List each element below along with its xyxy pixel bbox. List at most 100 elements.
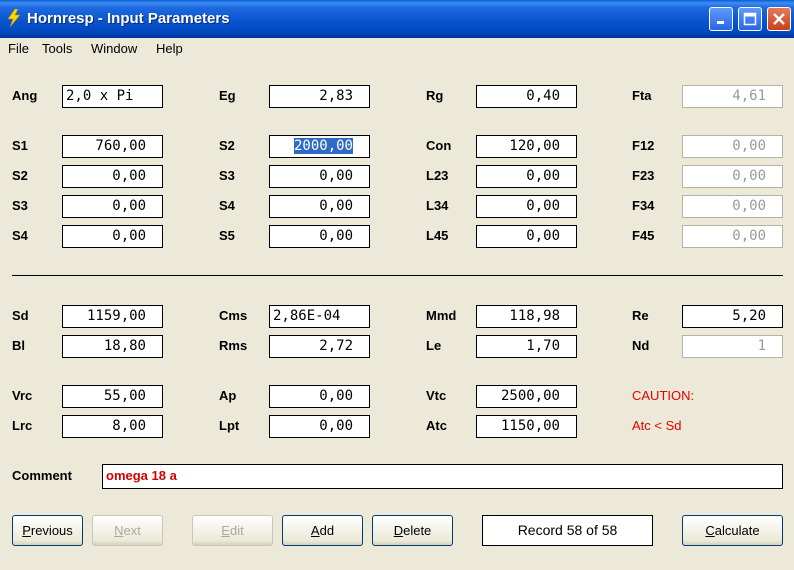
comment-field[interactable]: omega 18 a <box>102 464 783 489</box>
f12-label: F12 <box>632 138 655 153</box>
s5-label: S5 <box>219 228 235 243</box>
add-button[interactable]: Add <box>282 515 363 546</box>
lrc-label: Lrc <box>12 418 33 433</box>
caution-title: CAUTION: <box>632 388 695 403</box>
le-label: Le <box>426 338 442 353</box>
atc-field[interactable]: 1150,00 <box>476 415 577 438</box>
close-icon <box>773 13 785 25</box>
vrc-field[interactable]: 55,00 <box>62 385 163 408</box>
edit-label: dit <box>229 523 244 538</box>
sd-label: Sd <box>12 308 29 323</box>
section-divider <box>12 275 783 276</box>
atc-label: Atc <box>426 418 447 433</box>
nd-label: Nd <box>632 338 650 353</box>
lpt-field[interactable]: 0,00 <box>269 415 370 438</box>
s3-label: S3 <box>219 168 235 183</box>
s4b-field[interactable]: 0,00 <box>62 225 163 248</box>
s2-selected-text: 2000,00 <box>293 138 353 154</box>
s3b-label: S3 <box>12 198 28 213</box>
rms-label: Rms <box>219 338 248 353</box>
eg-field[interactable]: 2,83 <box>269 85 370 108</box>
le-field[interactable]: 1,70 <box>476 335 577 358</box>
s2b-label: S2 <box>12 168 28 183</box>
f34-field: 0,00 <box>682 195 783 218</box>
calculate-button[interactable]: Calculate <box>682 515 783 546</box>
menu-file[interactable]: File <box>8 41 29 56</box>
menu-tools[interactable]: Tools <box>42 41 72 56</box>
sd-field[interactable]: 1159,00 <box>62 305 163 328</box>
ang-field[interactable]: 2,0 x Pi <box>62 85 163 108</box>
ap-field[interactable]: 0,00 <box>269 385 370 408</box>
title-bar[interactable]: Hornresp - Input Parameters <box>0 0 794 38</box>
bl-label: Bl <box>12 338 25 353</box>
s4-label: S4 <box>219 198 235 213</box>
record-indicator: Record 58 of 58 <box>482 515 653 546</box>
s4b-label: S4 <box>12 228 28 243</box>
rms-field[interactable]: 2,72 <box>269 335 370 358</box>
mmd-field[interactable]: 118,98 <box>476 305 577 328</box>
delete-mnemonic: D <box>393 523 404 538</box>
f45-label: F45 <box>632 228 655 243</box>
delete-label: elete <box>403 523 432 538</box>
cms-field[interactable]: 2,86E-04 <box>269 305 370 328</box>
previous-mnemonic: P <box>22 523 31 538</box>
l34-label: L34 <box>426 198 449 213</box>
eg-label: Eg <box>219 88 236 103</box>
l34-field[interactable]: 0,00 <box>476 195 577 218</box>
nd-field: 1 <box>682 335 783 358</box>
next-label: ext <box>123 523 141 538</box>
lrc-field[interactable]: 8,00 <box>62 415 163 438</box>
f12-field: 0,00 <box>682 135 783 158</box>
con-field[interactable]: 120,00 <box>476 135 577 158</box>
add-label: dd <box>319 523 335 538</box>
lightning-bolt-icon <box>7 9 21 27</box>
minimize-icon <box>717 21 724 24</box>
vtc-label: Vtc <box>426 388 447 403</box>
minimize-button[interactable] <box>709 7 733 31</box>
con-label: Con <box>426 138 452 153</box>
bl-field[interactable]: 18,80 <box>62 335 163 358</box>
next-button[interactable]: Next <box>92 515 163 546</box>
rg-field[interactable]: 0,40 <box>476 85 577 108</box>
vrc-label: Vrc <box>12 388 33 403</box>
s4-field[interactable]: 0,00 <box>269 195 370 218</box>
f23-field: 0,00 <box>682 165 783 188</box>
vtc-field[interactable]: 2500,00 <box>476 385 577 408</box>
previous-button[interactable]: Previous <box>12 515 83 546</box>
lpt-label: Lpt <box>219 418 240 433</box>
l45-label: L45 <box>426 228 449 243</box>
window-title: Hornresp - Input Parameters <box>27 10 230 27</box>
cms-label: Cms <box>219 308 248 323</box>
s2b-field[interactable]: 0,00 <box>62 165 163 188</box>
edit-button[interactable]: Edit <box>192 515 273 546</box>
f23-label: F23 <box>632 168 655 183</box>
close-button[interactable] <box>767 7 791 31</box>
l23-field[interactable]: 0,00 <box>476 165 577 188</box>
re-field[interactable]: 5,20 <box>682 305 783 328</box>
menu-help[interactable]: Help <box>156 41 183 56</box>
calculate-label: alculate <box>714 523 760 538</box>
maximize-button[interactable] <box>738 7 762 31</box>
menu-window[interactable]: Window <box>91 41 137 56</box>
f34-label: F34 <box>632 198 655 213</box>
comment-label: Comment <box>12 468 72 483</box>
s5-field[interactable]: 0,00 <box>269 225 370 248</box>
edit-mnemonic: E <box>221 523 230 538</box>
s3b-field[interactable]: 0,00 <box>62 195 163 218</box>
mmd-label: Mmd <box>426 308 457 323</box>
calculate-mnemonic: C <box>705 523 715 538</box>
re-label: Re <box>632 308 649 323</box>
maximize-icon <box>743 12 757 26</box>
s1-field[interactable]: 760,00 <box>62 135 163 158</box>
s3-field[interactable]: 0,00 <box>269 165 370 188</box>
add-mnemonic: A <box>310 523 320 538</box>
ap-label: Ap <box>219 388 237 403</box>
caution-message: Atc < Sd <box>632 418 682 433</box>
delete-button[interactable]: Delete <box>372 515 453 546</box>
fta-label: Fta <box>632 88 652 103</box>
l23-label: L23 <box>426 168 449 183</box>
rg-label: Rg <box>426 88 444 103</box>
next-mnemonic: N <box>114 523 124 538</box>
l45-field[interactable]: 0,00 <box>476 225 577 248</box>
s2-field[interactable]: 2000,00 <box>269 135 370 158</box>
